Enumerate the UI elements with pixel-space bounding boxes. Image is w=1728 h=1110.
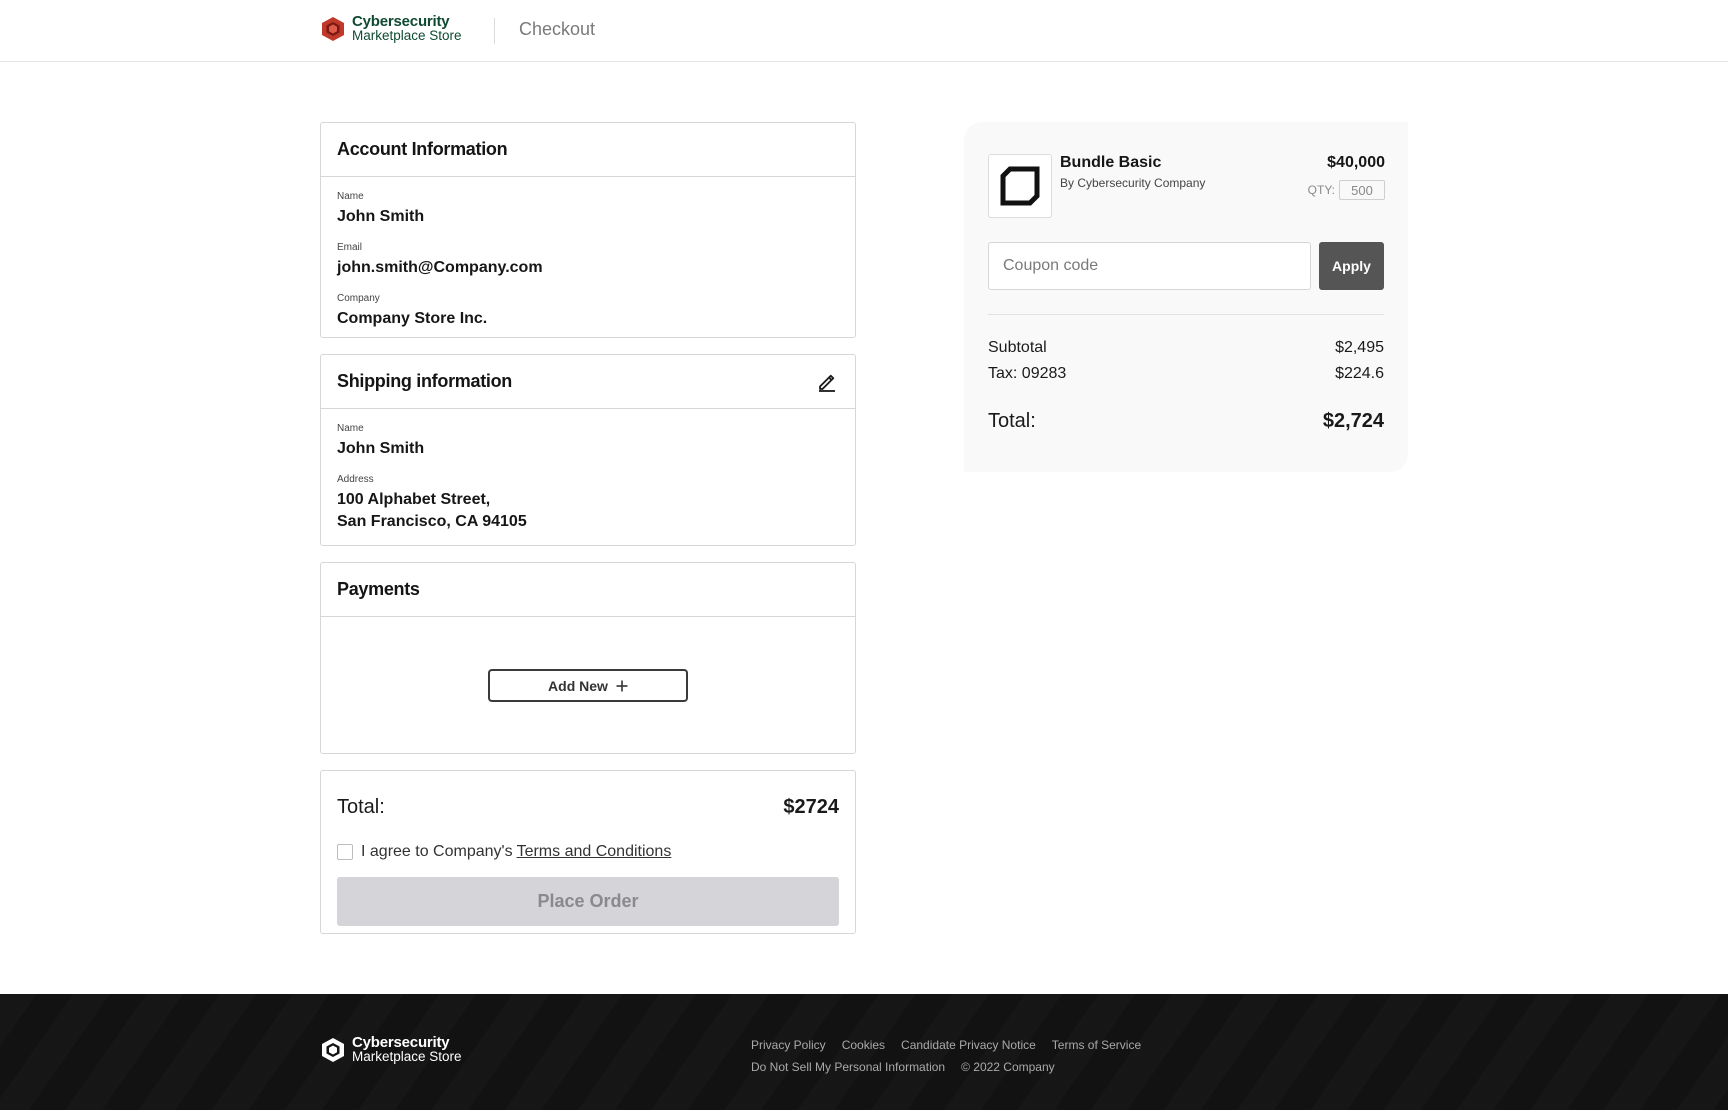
header-divider	[494, 18, 495, 44]
pencil-icon	[819, 374, 835, 392]
hexagon-logo-icon	[322, 17, 344, 41]
product-logo-icon	[1000, 166, 1040, 206]
add-new-label: Add New	[548, 677, 608, 694]
address-line2: San Francisco, CA 94105	[337, 513, 527, 530]
terms-checkbox[interactable]	[337, 844, 353, 860]
brand-name-line2: Marketplace Store	[352, 28, 462, 43]
footer-brand-line2: Marketplace Store	[352, 1049, 462, 1064]
subtotal-row: Subtotal $2,495	[988, 339, 1384, 357]
product-thumbnail	[988, 154, 1052, 218]
account-company-label: Company	[337, 293, 380, 304]
subtotal-label: Subtotal	[988, 339, 1047, 356]
account-name-label: Name	[337, 191, 364, 202]
terms-agreement-row: I agree to Company's Terms and Condition…	[321, 839, 855, 865]
cookies-link[interactable]: Cookies	[842, 1038, 885, 1052]
summary-total-label: Total:	[988, 410, 1036, 432]
place-order-button[interactable]: Place Order	[337, 877, 839, 926]
account-information-card: Account Information Name John Smith Emai…	[320, 122, 856, 338]
tax-row: Tax: 09283 $224.6	[988, 365, 1384, 383]
qty-label: QTY:	[1307, 183, 1335, 197]
do-not-sell-link[interactable]: Do Not Sell My Personal Information	[751, 1060, 945, 1074]
checkout-total-label: Total:	[337, 795, 385, 818]
add-new-payment-button[interactable]: Add New	[488, 669, 688, 702]
privacy-policy-link[interactable]: Privacy Policy	[751, 1038, 826, 1052]
summary-total-value: $2,724	[1322, 410, 1384, 432]
footer-brand-logo[interactable]: Cybersecurity Marketplace Store	[320, 1034, 462, 1064]
account-email-label: Email	[337, 242, 363, 253]
edit-shipping-button[interactable]	[815, 370, 839, 394]
payments-card-header: Payments	[321, 563, 855, 617]
order-total-card: Total: $2724 I agree to Company's Terms …	[320, 770, 856, 934]
shipping-address-value: 100 Alphabet Street, San Francisco, CA 9…	[337, 489, 839, 533]
copyright-text: © 2022 Company	[961, 1060, 1055, 1074]
account-company-value: Company Store Inc.	[337, 310, 488, 327]
address-line1: 100 Alphabet Street,	[337, 491, 491, 508]
top-header: Cybersecurity Marketplace Store Checkout	[0, 0, 1728, 62]
payments-card: Payments Add New	[320, 562, 856, 754]
terms-of-service-link[interactable]: Terms of Service	[1052, 1038, 1141, 1052]
shipping-card-title: Shipping information	[337, 371, 512, 391]
coupon-code-input[interactable]	[988, 242, 1311, 290]
apply-coupon-button[interactable]: Apply	[1319, 242, 1384, 290]
subtotal-value: $2,495	[1335, 339, 1384, 356]
summary-divider	[988, 314, 1384, 315]
shipping-address-label: Address	[337, 474, 374, 485]
shipping-name-value: John Smith	[337, 440, 425, 457]
footer-links: Privacy Policy Cookies Candidate Privacy…	[751, 1034, 1157, 1078]
product-price: $40,000	[1327, 154, 1385, 171]
candidate-privacy-notice-link[interactable]: Candidate Privacy Notice	[901, 1038, 1036, 1052]
shipping-card-header: Shipping information	[321, 355, 855, 409]
product-vendor: By Cybersecurity Company	[1060, 176, 1206, 190]
summary-total-row: Total: $2,724	[988, 410, 1384, 433]
terms-and-conditions-link[interactable]: Terms and Conditions	[517, 843, 672, 861]
product-name: Bundle Basic	[1060, 154, 1162, 171]
quantity-input[interactable]	[1339, 180, 1385, 200]
order-summary-panel: Bundle Basic By Cybersecurity Company $4…	[964, 122, 1408, 472]
brand-name-line1: Cybersecurity	[352, 13, 450, 30]
account-email-value: john.smith@Company.com	[337, 259, 543, 276]
site-footer: Cybersecurity Marketplace Store Privacy …	[0, 994, 1728, 1110]
account-card-title: Account Information	[337, 139, 508, 159]
page-title: Checkout	[519, 19, 596, 39]
quantity-group: QTY:	[1308, 180, 1385, 200]
tax-label: Tax: 09283	[988, 365, 1067, 382]
brand-logo[interactable]: Cybersecurity Marketplace Store	[320, 13, 462, 43]
shipping-information-card: Shipping information Name John Smith Add…	[320, 354, 856, 546]
hexagon-logo-icon	[322, 1038, 344, 1062]
footer-brand-line1: Cybersecurity	[352, 1034, 450, 1051]
account-card-header: Account Information	[321, 123, 855, 177]
checkout-total-value: $2724	[783, 795, 839, 818]
plus-icon	[616, 680, 628, 691]
account-name-value: John Smith	[337, 208, 425, 225]
agree-text: I agree to Company's	[361, 843, 513, 860]
payments-card-title: Payments	[337, 579, 420, 599]
shipping-name-label: Name	[337, 423, 364, 434]
tax-value: $224.6	[1335, 365, 1384, 382]
